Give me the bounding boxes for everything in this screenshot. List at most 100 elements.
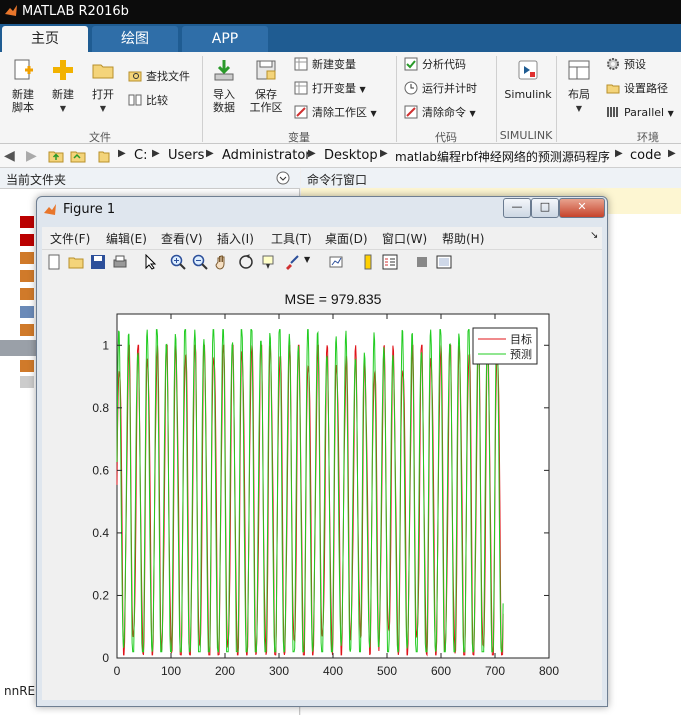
breadcrumb-item[interactable]: code <box>630 148 661 163</box>
import-data-button[interactable]: 导入 数据 <box>208 58 240 114</box>
simulink-label: Simulink <box>504 88 552 101</box>
link-plot-icon[interactable] <box>328 254 344 270</box>
breadcrumb-item[interactable]: C: <box>134 148 147 163</box>
clear-workspace-icon <box>294 105 308 119</box>
command-window-title: 命令行窗口 <box>307 173 368 187</box>
tab-plots[interactable]: 绘图 <box>92 26 178 52</box>
new-variable-icon <box>294 57 308 71</box>
chevron-down-icon[interactable]: ▼ <box>304 255 310 264</box>
compare-button[interactable]: 比较 <box>128 92 168 110</box>
x-tick-label: 700 <box>485 664 505 678</box>
preferences-button[interactable]: 预设 <box>606 56 646 74</box>
figure-toolbar: ▼ <box>42 249 602 277</box>
breadcrumb-item[interactable]: Users <box>168 148 204 163</box>
print-icon[interactable] <box>112 254 128 270</box>
y-tick-label: 0 <box>102 651 109 665</box>
menu-tools[interactable]: 工具(T) <box>271 230 312 247</box>
open-variable-button[interactable]: 打开变量 ▼ <box>294 80 366 98</box>
menu-edit[interactable]: 编辑(E) <box>106 230 147 247</box>
section-simulink-label: SIMULINK <box>499 129 553 142</box>
file-icon <box>20 234 34 246</box>
menu-desktop[interactable]: 桌面(D) <box>325 230 368 247</box>
dock-arrow-icon[interactable]: ↘ <box>590 230 598 241</box>
hide-plot-tools-icon[interactable] <box>414 254 430 270</box>
forward-arrow-icon[interactable]: ▶ <box>26 148 37 164</box>
clear-workspace-label: 清除工作区 <box>312 106 367 119</box>
breadcrumb-separator-icon: ▶ <box>206 148 214 159</box>
breadcrumb-separator-icon: ▶ <box>308 148 316 159</box>
file-icon <box>20 360 34 372</box>
clear-workspace-button[interactable]: 清除工作区 ▼ <box>294 104 377 122</box>
section-file-label: 文件 <box>89 131 111 144</box>
workspace-tab-label[interactable]: nnRE <box>4 684 35 698</box>
maximize-button[interactable]: □ <box>531 198 559 218</box>
minimize-button[interactable]: — <box>503 198 531 218</box>
file-icon <box>20 252 34 264</box>
save-ws-label-1: 保存 <box>255 88 277 101</box>
menu-file[interactable]: 文件(F) <box>50 230 90 247</box>
breadcrumb-item[interactable]: Administrator <box>222 148 311 163</box>
save-icon[interactable] <box>90 254 106 270</box>
open-button[interactable]: 打开 ▼ <box>86 58 120 115</box>
chevron-down-icon: ▼ <box>359 85 366 94</box>
rotate-3d-icon[interactable] <box>238 254 254 270</box>
legend-icon[interactable] <box>382 254 398 270</box>
clear-commands-button[interactable]: 清除命令 ▼ <box>404 104 476 122</box>
menu-help[interactable]: 帮助(H) <box>442 230 484 247</box>
back-arrow-icon[interactable]: ◀ <box>4 148 15 164</box>
pan-hand-icon[interactable] <box>214 254 230 270</box>
file-icon <box>20 324 34 336</box>
close-button[interactable]: ✕ <box>559 198 605 218</box>
data-cursor-icon[interactable] <box>260 254 276 270</box>
tab-home[interactable]: 主页 <box>2 26 88 52</box>
new-button[interactable]: 新建 ▼ <box>46 58 80 115</box>
menu-insert[interactable]: 插入(I) <box>217 230 254 247</box>
layout-button[interactable]: 布局 ▼ <box>562 58 596 115</box>
panel-menu-icon[interactable] <box>276 171 290 185</box>
browse-folder-icon[interactable] <box>70 149 86 163</box>
layout-icon <box>568 60 590 80</box>
brush-icon[interactable] <box>284 254 300 270</box>
matlab-logo-icon <box>44 204 56 215</box>
new-script-icon <box>14 59 33 80</box>
open-variable-icon <box>294 81 308 95</box>
menu-view[interactable]: 查看(V) <box>161 230 203 247</box>
chart-title: MSE = 979.835 <box>285 291 382 307</box>
breadcrumb-separator-icon: ▶ <box>668 148 676 159</box>
x-tick-label: 100 <box>161 664 181 678</box>
show-plot-tools-icon[interactable] <box>436 254 452 270</box>
new-figure-icon[interactable] <box>46 254 62 270</box>
up-folder-icon[interactable] <box>48 149 64 163</box>
analyze-code-button[interactable]: 分析代码 <box>404 56 466 74</box>
find-files-button[interactable]: 查找文件 <box>128 68 190 86</box>
parallel-button[interactable]: Parallel ▼ <box>606 104 674 122</box>
save-workspace-button[interactable]: 保存 工作区 <box>246 58 286 114</box>
command-window-header: 命令行窗口 <box>301 168 681 189</box>
colorbar-icon[interactable] <box>360 254 376 270</box>
breadcrumb-item[interactable]: Desktop <box>324 148 378 163</box>
open-file-icon[interactable] <box>68 254 84 270</box>
new-variable-button[interactable]: 新建变量 <box>294 56 356 74</box>
new-script-button[interactable]: 新建 脚本 <box>6 58 40 114</box>
tab-apps[interactable]: APP <box>182 26 268 52</box>
set-path-button[interactable]: 设置路径 <box>606 80 668 98</box>
selected-file-row[interactable] <box>0 340 36 356</box>
current-folder-title: 当前文件夹 <box>6 173 67 187</box>
compare-icon <box>128 94 142 106</box>
ribbon-divider <box>202 56 203 142</box>
chevron-down-icon: ▼ <box>469 109 476 118</box>
menu-window[interactable]: 窗口(W) <box>382 230 427 247</box>
line-chart: MSE = 979.835 0 100 200 300 400 500 600 700 800 0 0… <box>92 291 559 678</box>
new-script-label-1: 新建 <box>12 88 34 101</box>
analyze-code-icon <box>404 57 418 71</box>
gear-icon <box>607 58 619 70</box>
run-and-time-button[interactable]: 运行并计时 <box>404 80 477 98</box>
pointer-icon[interactable] <box>142 254 158 270</box>
clear-commands-label: 清除命令 <box>422 106 466 119</box>
zoom-out-icon[interactable] <box>192 254 208 270</box>
import-label-2: 数据 <box>213 101 235 114</box>
app-title: MATLAB R2016b <box>22 4 129 19</box>
simulink-button[interactable]: Simulink <box>502 58 554 101</box>
zoom-in-icon[interactable] <box>170 254 186 270</box>
breadcrumb-item[interactable]: matlab编程rbf神经网络的预测源码程序 <box>395 148 610 165</box>
